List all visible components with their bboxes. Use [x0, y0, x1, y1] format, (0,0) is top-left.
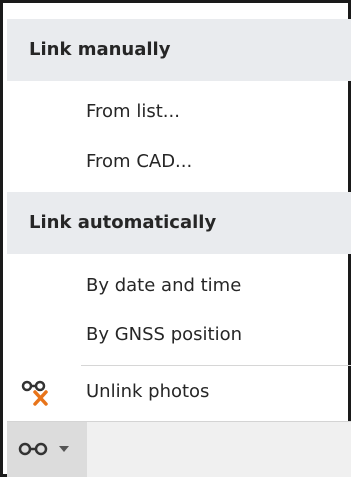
link-chain-icon	[18, 442, 48, 456]
menu-item-from-list[interactable]: From list...	[7, 87, 351, 137]
menu-footer-toolbar	[7, 421, 351, 477]
menu-item-by-date-and-time[interactable]: By date and time	[7, 261, 351, 311]
menu-divider	[81, 365, 351, 366]
section-header-link-manually: Link manually	[7, 19, 351, 81]
chevron-down-icon	[59, 446, 69, 452]
menu-item-from-cad[interactable]: From CAD...	[7, 137, 351, 187]
section-header-link-automatically: Link automatically	[7, 192, 351, 254]
link-dropdown-button[interactable]	[7, 422, 87, 477]
link-photos-menu: Link manually From list... From CAD... L…	[0, 0, 351, 477]
menu-item-unlink-photos[interactable]: Unlink photos	[7, 367, 351, 417]
menu-item-by-gnss-position[interactable]: By GNSS position	[7, 310, 351, 360]
